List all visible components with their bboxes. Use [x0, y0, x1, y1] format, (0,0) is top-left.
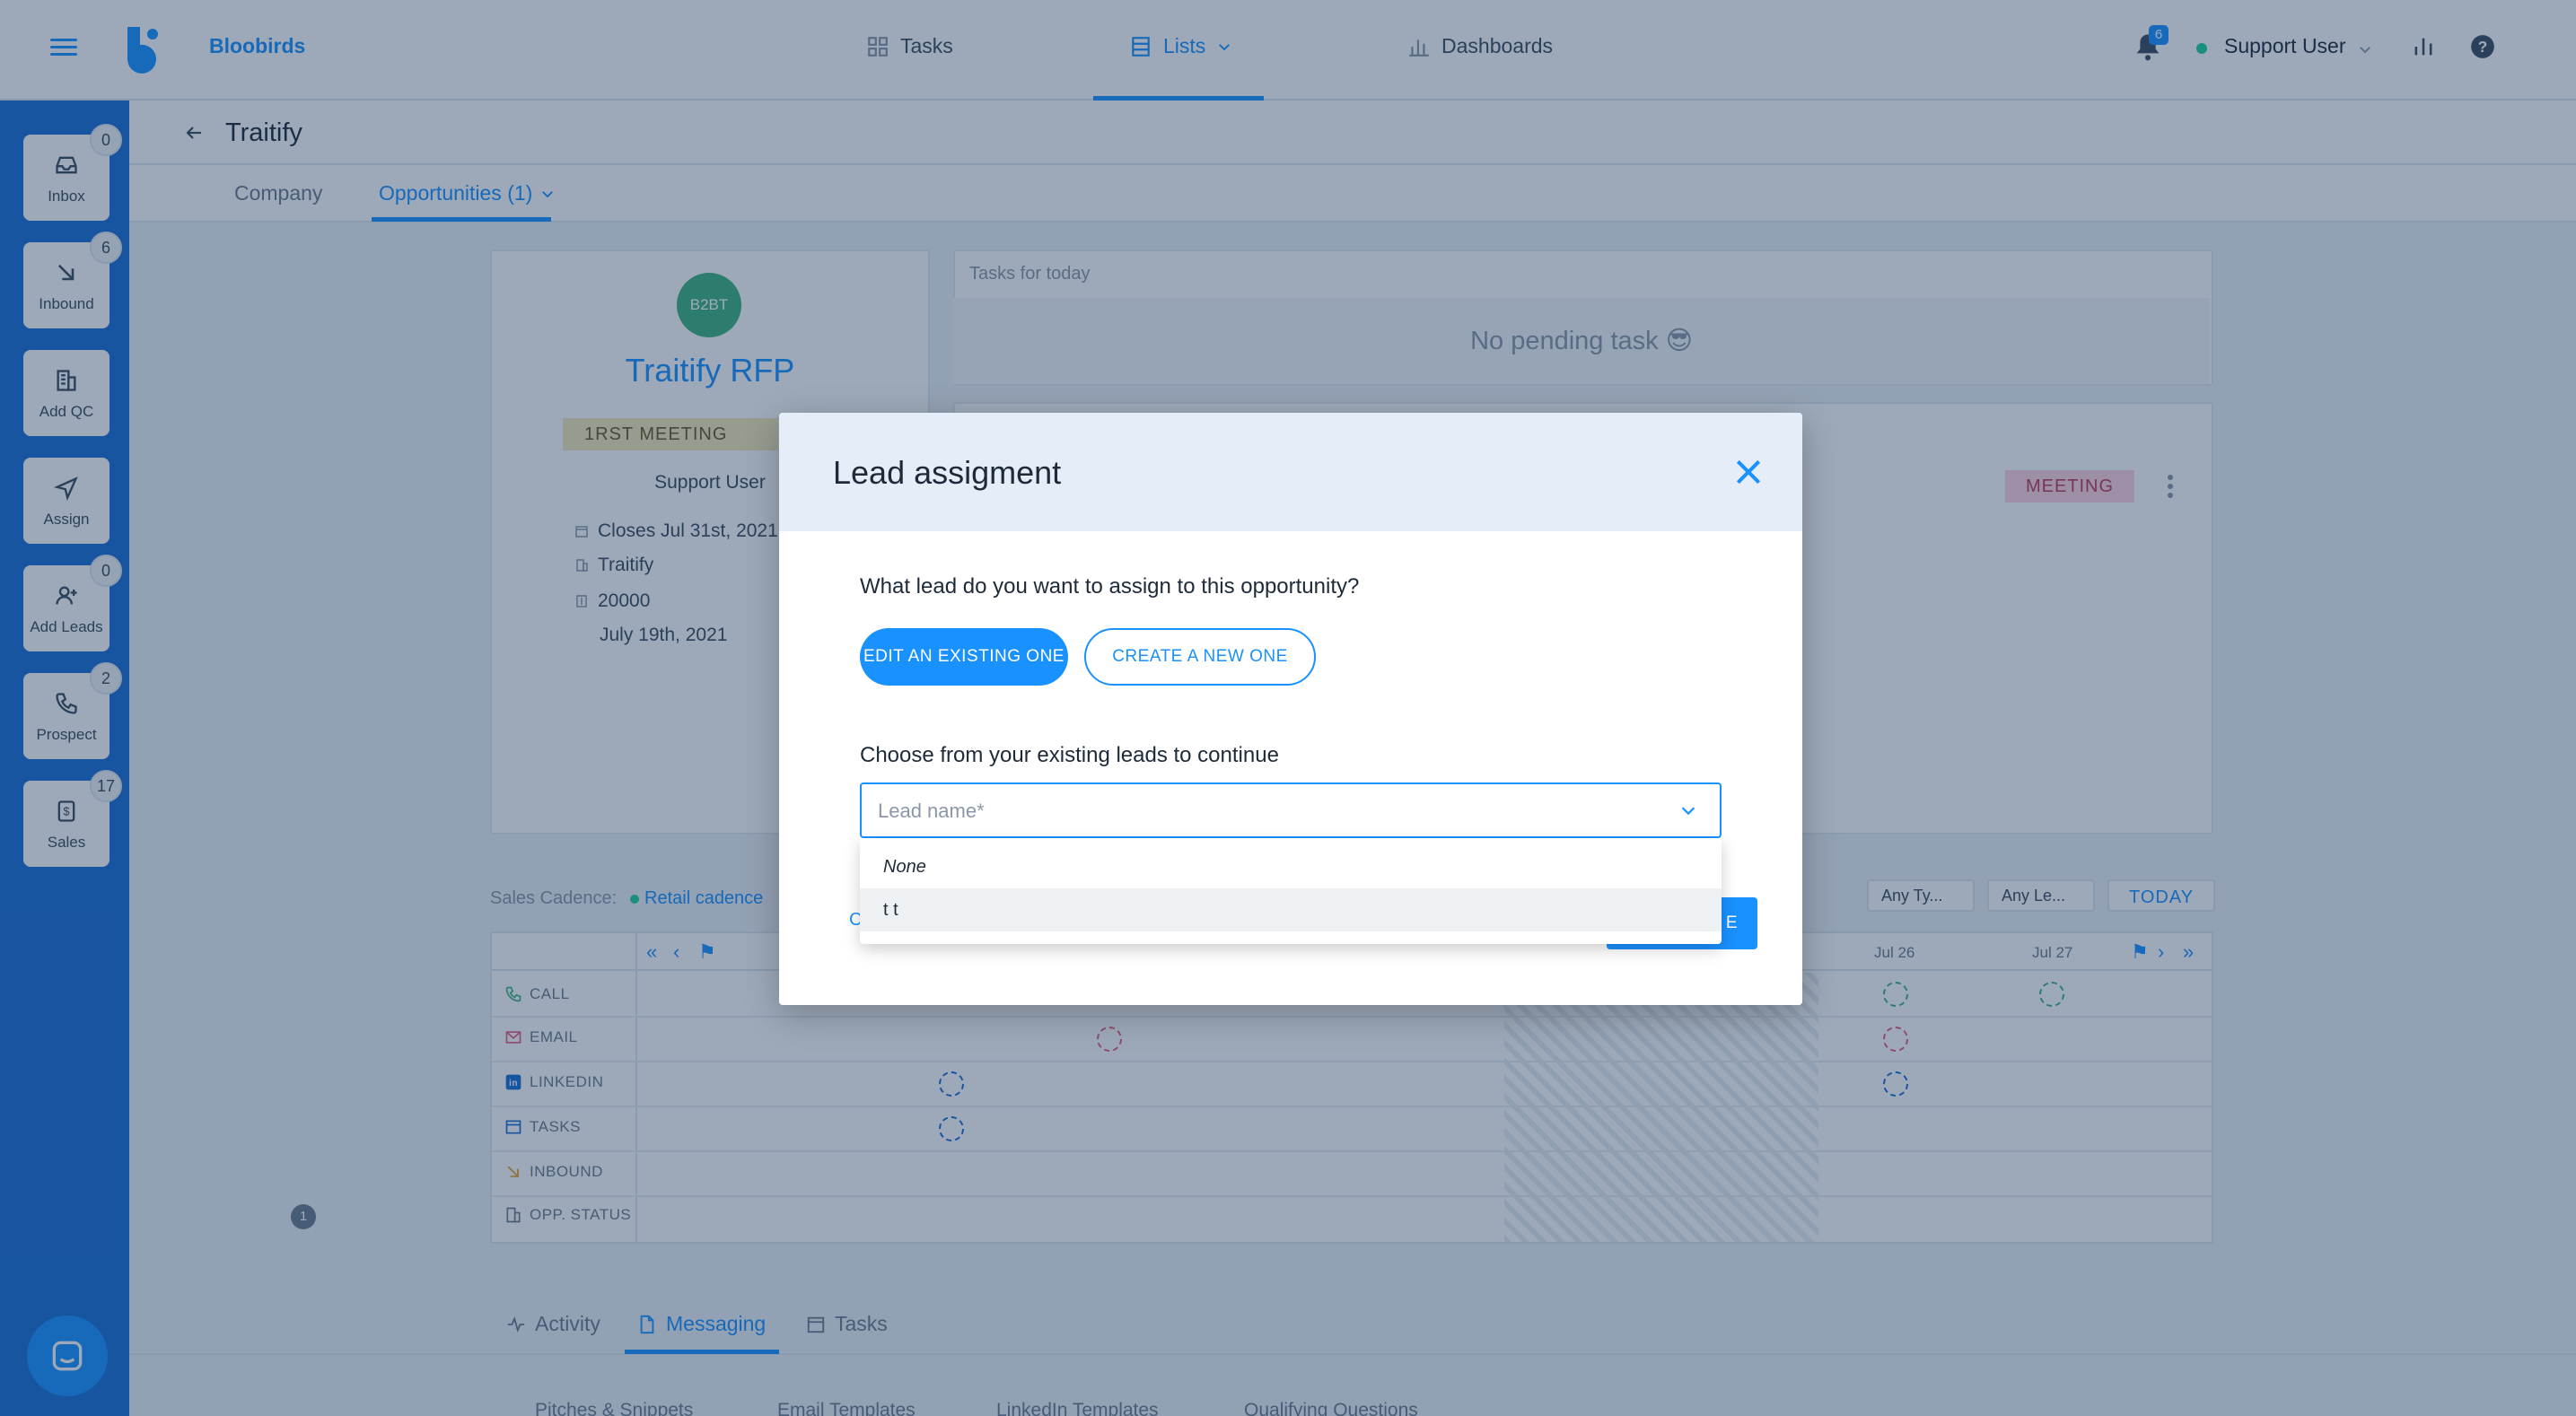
modal-header: Lead assigment	[779, 413, 1802, 531]
close-icon[interactable]	[1730, 454, 1766, 490]
lead-name-select[interactable]: Lead name*	[860, 782, 1722, 838]
edit-existing-lead-button[interactable]: EDIT AN EXISTING ONE	[860, 628, 1068, 686]
option-lead[interactable]: t t	[860, 888, 1722, 931]
lead-assignment-modal: Lead assigment What lead do you want to …	[779, 413, 1802, 1005]
lead-options-menu: None t t	[860, 838, 1722, 944]
option-none[interactable]: None	[860, 845, 1722, 888]
choose-lead-label: Choose from your existing leads to conti…	[860, 743, 1279, 767]
lead-name-placeholder: Lead name*	[878, 800, 985, 822]
assignment-question: What lead do you want to assign to this …	[860, 574, 1360, 599]
create-new-lead-button[interactable]: CREATE A NEW ONE	[1084, 628, 1316, 686]
chevron-down-icon[interactable]	[1678, 800, 1698, 820]
modal-title: Lead assigment	[833, 454, 1062, 491]
